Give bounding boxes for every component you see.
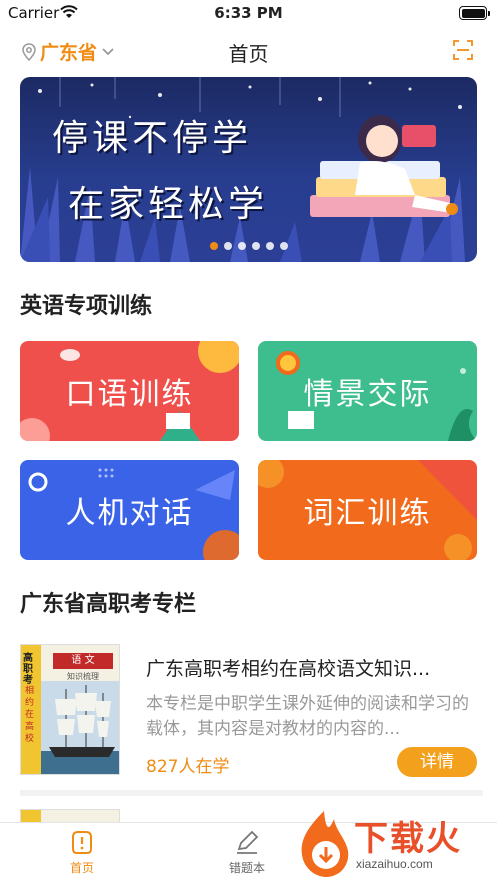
scan-icon[interactable] [453,40,473,60]
clock: 6:33 PM [214,4,283,22]
watermark-text: 下载火 [354,819,462,859]
cover-tag: 语 文 [53,653,113,669]
carousel-dot[interactable] [209,242,218,250]
nav-bar: 广东省 首页 [0,30,497,72]
sailing-ship-image [41,681,119,774]
english-section-title: 英语专项训练 [20,294,153,319]
tab-home-label: 首页 [69,861,94,875]
flame-logo-icon [301,811,349,877]
tab-wrong-label: 错题本 [228,861,265,875]
watermark-domain: xiazaihuo.com [356,857,433,871]
card-label: 词汇训练 [303,496,432,531]
card-human-machine-dialogue[interactable]: 人机对话 [20,460,239,560]
pencil-icon [237,830,259,854]
tab-home[interactable]: 首页 [32,829,132,876]
card-spoken-practice[interactable]: 口语训练 [20,341,239,441]
course-title: 广东高职考相约在高校语文知识... [146,658,431,680]
carousel-dot[interactable] [279,242,288,250]
carousel-dot[interactable] [237,242,246,250]
course-cover: 高职考 语 文 知识梳理 相约在高校 [20,644,120,775]
cover-vertical-text: 相约在高校 [25,686,35,744]
card-label: 人机对话 [65,496,194,531]
status-bar: Carrier 6:33 PM [0,0,497,28]
carousel-dot[interactable] [251,242,260,250]
tab-wrong-answers[interactable]: 错题本 [197,829,297,876]
cover-spine-text: 高职考 [23,653,33,686]
banner-artwork [20,77,465,262]
carousel-dot[interactable] [223,242,232,250]
carousel-indicator [20,242,477,250]
banner-headline-2: 在家轻松学 [68,184,269,225]
course-item[interactable]: 高职考 语 文 知识梳理 相约在高校 广东高职考相约在高校语文知识... 本专栏… [20,640,477,780]
divider [20,790,483,796]
card-vocabulary-practice[interactable]: 词汇训练 [258,460,477,560]
card-situational-dialogue[interactable]: 情景交际 [258,341,477,441]
page-title: 首页 [228,42,269,66]
home-icon [72,831,92,854]
learner-count: 827人在学 [146,757,230,777]
battery-icon [459,6,490,20]
card-label: 口语训练 [65,377,194,412]
banner-carousel[interactable]: 停课不停学 在家轻松学 [20,77,477,262]
watermark: 下载火 xiazaihuo.com [296,805,496,883]
carousel-dot[interactable] [265,242,274,250]
card-label: 情景交际 [303,377,432,412]
banner-headline-1: 停课不停学 [52,118,253,159]
column-section-title: 广东省高职考专栏 [20,592,197,617]
detail-button[interactable]: 详情 [397,747,477,777]
course-description: 本专栏是中职学生课外延伸的阅读和学习的载体，其内容是对教材的内容的... [146,694,469,739]
